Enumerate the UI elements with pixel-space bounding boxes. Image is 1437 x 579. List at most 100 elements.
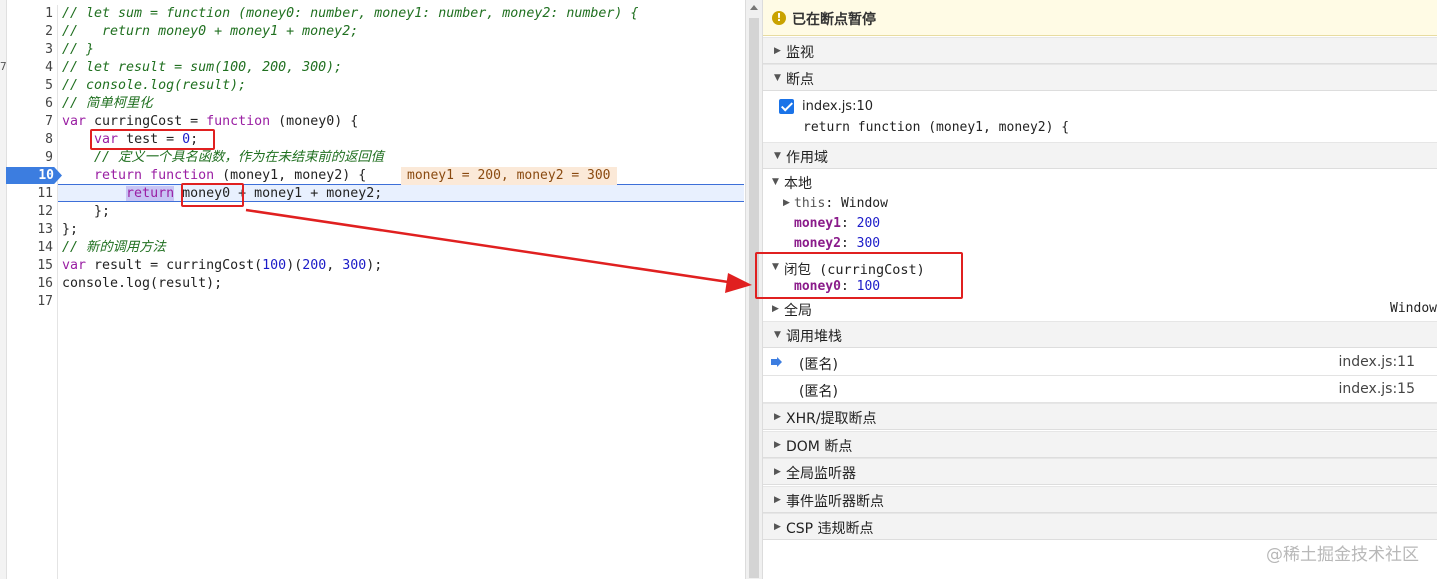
line-number[interactable]: 13: [13, 221, 53, 239]
chevron-right-icon: ▶: [774, 495, 781, 505]
section-csp-breakpoints[interactable]: ▶ CSP 违规断点: [763, 513, 1437, 540]
code-text: );: [366, 258, 383, 273]
section-xhr-breakpoints[interactable]: ▶ XHR/提取断点: [763, 403, 1437, 430]
code-line-14: // 新的调用方法: [62, 240, 166, 255]
chevron-right-icon: ▶: [783, 198, 790, 208]
line-number[interactable]: 16: [13, 275, 53, 293]
property-key: money1: [794, 216, 841, 231]
line-number[interactable]: 4: [13, 59, 53, 77]
line-number[interactable]: 2: [13, 23, 53, 41]
line-number[interactable]: 14: [13, 239, 53, 257]
chevron-down-icon: ▼: [774, 73, 781, 83]
section-event-listener-breakpoints[interactable]: ▶ 事件监听器断点: [763, 486, 1437, 513]
section-global-listeners[interactable]: ▶ 全局监听器: [763, 458, 1437, 485]
separator: :: [840, 216, 857, 231]
annotation-box-closure: [755, 252, 963, 299]
scope-local[interactable]: ▼ 本地: [763, 172, 1437, 192]
chevron-down-icon: ▼: [774, 330, 781, 340]
section-label: 事件监听器断点: [786, 494, 884, 510]
line-number[interactable]: 7: [13, 113, 53, 131]
scope-global[interactable]: ▶ 全局 Window: [763, 299, 1437, 320]
property-value: 300: [856, 236, 881, 251]
line-number[interactable]: 3: [13, 41, 53, 59]
line-number[interactable]: 9: [13, 149, 53, 167]
section-breakpoints[interactable]: ▼ 断点: [763, 64, 1437, 91]
code-text: result = curringCost(: [86, 258, 263, 273]
chevron-right-icon: ▶: [774, 522, 781, 532]
chevron-right-icon: ▶: [774, 440, 781, 450]
section-label: DOM 断点: [786, 439, 853, 455]
scope-global-value: Window: [1390, 301, 1437, 316]
section-scope[interactable]: ▼ 作用域: [763, 142, 1437, 169]
code-text: ,: [326, 258, 343, 273]
breakpoint-file[interactable]: index.js:10: [802, 99, 1102, 114]
keyword-highlighted: return: [126, 186, 175, 201]
code-text: (money1, money2) {: [214, 168, 367, 183]
current-frame-arrow-icon: [771, 357, 782, 367]
section-label: 调用堆栈: [786, 329, 842, 345]
code-line-2: // return money0 + money1 + money2;: [62, 24, 359, 39]
code-text: )(: [286, 258, 303, 273]
paused-message: 已在断点暂停: [792, 12, 876, 28]
frame-location[interactable]: index.js:15: [1339, 381, 1415, 397]
line-number[interactable]: 6: [13, 95, 53, 113]
section-callstack[interactable]: ▼ 调用堆栈: [763, 321, 1437, 348]
number-literal: 300: [342, 258, 367, 273]
line-number[interactable]: 17: [13, 293, 53, 311]
keyword: function: [206, 114, 271, 129]
line-number-gutter[interactable]: 1 2 3 4 5 6 7 8 9 11 12 13 14 15 16 17: [6, 5, 58, 579]
keyword: var: [62, 258, 87, 273]
line-number[interactable]: 5: [13, 77, 53, 95]
breakpoint-code[interactable]: return function (money1, money2) {: [803, 120, 1203, 135]
section-label: 断点: [786, 72, 814, 88]
code-line-3: // }: [62, 42, 95, 57]
code-text: curringCost =: [86, 114, 207, 129]
scroll-up-arrow-icon[interactable]: [750, 5, 758, 10]
chevron-right-icon: ▶: [774, 46, 781, 56]
chevron-right-icon: ▶: [772, 304, 779, 314]
code-line-9: // 定义一个具名函数，作为在未结束前的返回值: [62, 150, 384, 165]
scope-local-label: 本地: [784, 176, 812, 192]
property-key: this: [794, 196, 826, 211]
keyword: return: [94, 168, 143, 183]
breakpoint-checkbox[interactable]: [779, 99, 794, 114]
keyword: var: [62, 114, 87, 129]
callstack-frame-2[interactable]: (匿名) index.js:15: [763, 376, 1437, 403]
code-line-16: console.log(result);: [62, 276, 223, 291]
section-watch[interactable]: ▶ 监视: [763, 37, 1437, 64]
section-dom-breakpoints[interactable]: ▶ DOM 断点: [763, 431, 1437, 458]
section-label: 作用域: [786, 150, 828, 166]
inline-variable-values: money1 = 200, money2 = 300: [401, 167, 617, 185]
code-text: (money0) {: [270, 114, 359, 129]
line-number[interactable]: 11: [13, 185, 53, 203]
chevron-right-icon: ▶: [774, 412, 781, 422]
line-number[interactable]: 15: [13, 257, 53, 275]
section-label: 全局监听器: [786, 466, 856, 482]
line-number[interactable]: 8: [13, 131, 53, 149]
callstack-frame-1[interactable]: (匿名) index.js:11: [763, 349, 1437, 376]
scope-global-label: 全局: [784, 303, 812, 319]
code-line-12: };: [62, 204, 111, 219]
breakpoint-line-number: 10: [38, 168, 54, 183]
frame-name: (匿名): [799, 384, 838, 400]
section-label: CSP 违规断点: [786, 521, 874, 537]
breakpoint-marker[interactable]: 10: [6, 167, 62, 184]
code-editor[interactable]: 7 1 2 3 4 5 6 7 8 9 11 12 13 14 15 16 17…: [0, 0, 745, 579]
property-key: money2: [794, 236, 841, 251]
property-value: 200: [856, 216, 881, 231]
scope-this[interactable]: ▶ this: Window: [763, 195, 1437, 213]
frame-location[interactable]: index.js:11: [1339, 354, 1415, 370]
warning-icon: !: [772, 11, 786, 25]
number-literal: 200: [302, 258, 327, 273]
line-number[interactable]: 12: [13, 203, 53, 221]
code-line-4: // let result = sum(100, 200, 300);: [62, 60, 343, 75]
scope-money2[interactable]: money2: 300: [763, 235, 1437, 253]
paused-banner: ! 已在断点暂停: [763, 0, 1437, 36]
scope-money1[interactable]: money1: 200: [763, 215, 1437, 233]
code-line-15: var result = curringCost(100)(200, 300);: [62, 257, 382, 275]
line-number[interactable]: 1: [13, 5, 53, 23]
property-value: : Window: [825, 196, 888, 211]
